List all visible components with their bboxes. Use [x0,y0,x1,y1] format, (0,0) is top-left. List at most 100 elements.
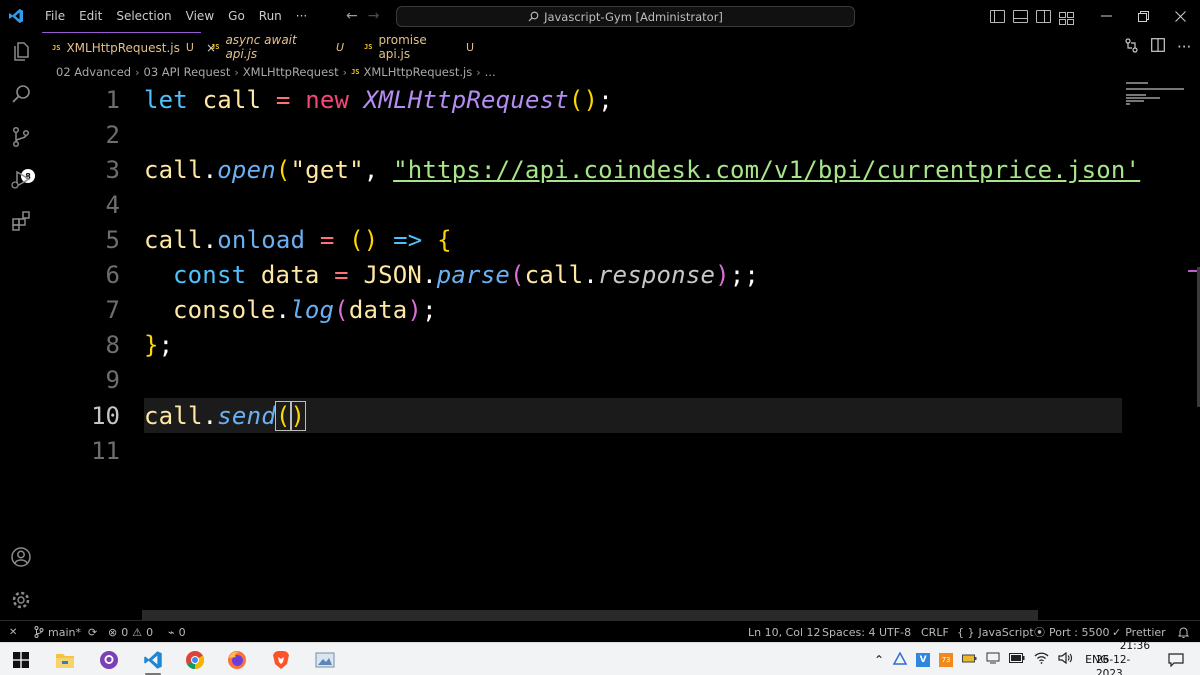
battery-saver-icon[interactable] [962,653,977,667]
tab-promise-api[interactable]: JS promise api.js U [354,32,484,62]
end-of-line[interactable]: CRLF [921,621,949,643]
run-debug-icon[interactable] [8,166,34,192]
chrome-icon[interactable] [182,647,208,673]
code-line[interactable]: 2 [42,117,1122,152]
code-text: call.onload = () => { [144,225,452,254]
manage-gear-icon[interactable] [8,587,34,613]
problems-indicator[interactable]: ⊗ 0 ⚠ 0 [108,621,153,643]
code-text: let call = new XMLHttpRequest(); [144,85,613,114]
vpn-icon[interactable]: V [916,652,931,667]
firefox-icon[interactable] [224,647,250,673]
github-desktop-icon[interactable] [96,647,122,673]
source-control-icon[interactable] [8,124,34,150]
tray-badge-icon[interactable]: 73 [939,652,954,667]
more-actions-icon[interactable]: ··· [1177,38,1191,56]
clock[interactable]: 21:36 26-12-2023 [1096,640,1150,675]
menu-go[interactable]: Go [221,0,252,32]
minimize-button[interactable] [1088,0,1125,32]
ports-indicator[interactable]: ⌁ 0 [168,621,186,643]
breadcrumb-item[interactable]: XMLHttpRequest [243,65,339,79]
toggle-panel-icon[interactable] [1013,9,1028,23]
matched-bracket: ) [289,400,307,431]
menu-file[interactable]: File [38,0,72,32]
back-arrow-icon[interactable]: ← [346,8,358,24]
language-mode[interactable]: { } JavaScript [957,621,1034,643]
search-sidebar-icon[interactable] [8,81,34,107]
editor-actions: ··· [1124,32,1191,62]
code-line-current[interactable]: 10 call.send() [42,398,1122,433]
ports-icon: ⌁ [168,625,175,639]
windows-start-icon[interactable] [8,647,34,673]
vertical-scrollbar[interactable] [1188,82,1200,408]
code-line[interactable]: 6 const data = JSON.parse(call.response)… [42,257,1122,292]
live-server-port[interactable]: ⦿ Port : 5500 [1034,621,1110,643]
windows-taskbar: ⌃ V 73 ENG 21:36 26-12-2023 [0,640,1200,675]
code-line[interactable]: 8 }; [42,327,1122,362]
chat-notification-icon[interactable] [1168,643,1184,675]
horizontal-scrollbar[interactable] [142,610,1038,620]
tab-async-await-api[interactable]: JS async await api.js U [201,32,354,62]
wifi-icon[interactable] [1034,652,1049,667]
menu-run[interactable]: Run [252,0,289,32]
explorer-icon[interactable] [8,39,34,65]
code-editor[interactable]: 1 let call = new XMLHttpRequest(); 2 3 c… [42,82,1188,620]
breadcrumb-file[interactable]: XMLHttpRequest.js [364,65,473,79]
menu-view[interactable]: View [179,0,221,32]
code-line[interactable]: 9 [42,362,1122,397]
error-count: 0 [121,625,129,639]
extensions-icon[interactable] [8,208,34,234]
menu-more[interactable]: ··· [289,0,314,32]
vscode-logo-icon[interactable] [0,0,32,32]
image-viewer-icon[interactable] [312,647,338,673]
indentation[interactable]: Spaces: 4 [822,621,875,643]
breadcrumb-item[interactable]: 03 API Request [144,65,231,79]
toggle-secondary-sidebar-icon[interactable] [1036,9,1051,23]
notifications-bell-icon[interactable] [1178,621,1189,643]
branch-name: main* [48,625,81,639]
remote-indicator[interactable]: ✕ [9,621,17,643]
tab-label: promise api.js [378,33,427,61]
volume-icon[interactable] [1058,651,1073,667]
split-editor-icon[interactable] [1151,38,1165,56]
braces-icon: { } [957,625,975,639]
battery-icon[interactable] [1009,653,1025,666]
url-string-link[interactable]: "https://api.coindesk.com/v1/bpi/current… [393,156,1140,184]
usb-device-icon[interactable] [986,652,1000,667]
breadcrumb-more[interactable]: ... [485,65,496,79]
code-text: call.send() [144,400,307,431]
activity-bar: 8 [0,32,42,620]
cursor-position[interactable]: Ln 10, Col 12 [748,621,821,643]
compare-changes-icon[interactable] [1124,37,1139,57]
brave-icon[interactable] [268,647,294,673]
sync-icon[interactable]: ⟳ [88,626,97,639]
warning-count: 0 [146,625,154,639]
line-number: 3 [105,155,120,184]
forward-arrow-icon[interactable]: → [368,8,380,24]
code-line[interactable]: 3 call.open("get", "https://api.coindesk… [42,152,1140,187]
encoding[interactable]: UTF-8 [879,621,911,643]
customize-layout-icon[interactable] [1059,10,1074,25]
drive-icon[interactable] [892,650,908,668]
code-line[interactable]: 7 console.log(data); [42,292,1122,327]
code-line[interactable]: 11 [42,433,1122,468]
signal-icon: ⦿ [1034,626,1045,639]
restore-button[interactable] [1125,0,1162,32]
command-center[interactable]: Javascript-Gym [Administrator] [396,6,855,27]
close-window-button[interactable] [1162,0,1199,32]
branch-indicator[interactable]: main* ⟳ [34,621,97,643]
line-number: 9 [105,365,120,394]
file-explorer-icon[interactable] [52,647,78,673]
toggle-primary-sidebar-icon[interactable] [990,9,1005,23]
menu-edit[interactable]: Edit [72,0,109,32]
tab-xmlhttprequest[interactable]: JS XMLHttpRequest.js U × [42,32,216,62]
code-line[interactable]: 1 let call = new XMLHttpRequest(); [42,82,1122,117]
vscode-taskbar-icon[interactable] [140,647,166,673]
code-line[interactable]: 4 [42,187,1122,222]
menu-selection[interactable]: Selection [109,0,178,32]
minimap[interactable] [1126,82,1186,112]
breadcrumb-item[interactable]: 02 Advanced [56,65,131,79]
code-line[interactable]: 5 call.onload = () => { [42,222,1122,257]
javascript-file-icon: JS [364,43,373,51]
accounts-icon[interactable] [8,544,34,570]
show-hidden-icons-chevron-up-icon[interactable]: ⌃ [874,653,884,667]
